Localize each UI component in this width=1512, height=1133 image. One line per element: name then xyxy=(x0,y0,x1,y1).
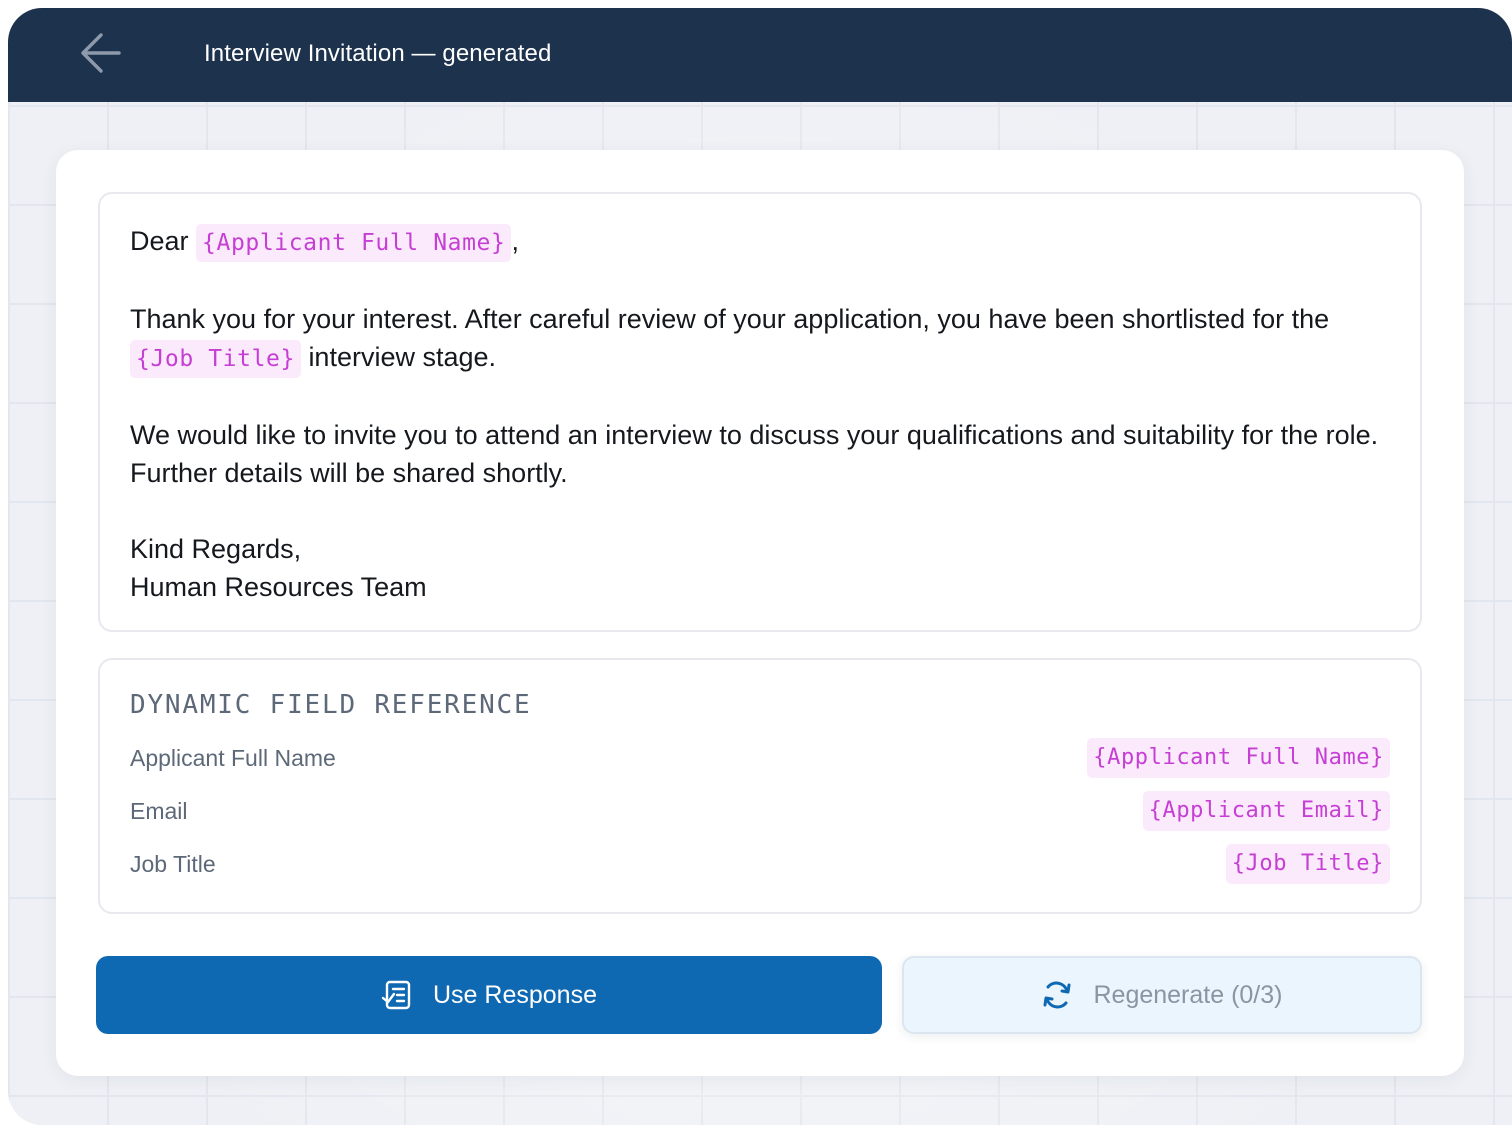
field-label: Applicant Full Name xyxy=(130,744,336,771)
closing-text: Kind Regards, xyxy=(130,534,302,564)
page-title: Interview Invitation — generated xyxy=(204,40,552,67)
field-token[interactable]: {Applicant Email} xyxy=(1142,791,1390,831)
letter-paragraph: Thank you for your interest. After caref… xyxy=(130,300,1390,378)
top-bar: Interview Invitation — generated xyxy=(8,8,1512,102)
field-label: Job Title xyxy=(130,850,216,877)
field-token: {Job Title} xyxy=(130,340,301,378)
use-response-button[interactable]: Use Response xyxy=(96,956,882,1034)
field-token[interactable]: {Job Title} xyxy=(1225,844,1390,884)
field-token: {Applicant Full Name} xyxy=(196,224,512,262)
section-heading: DYNAMIC FIELD REFERENCE xyxy=(130,690,532,720)
paragraph-text: Thank you for your interest. After caref… xyxy=(130,304,1330,334)
app-frame: Interview Invitation — generated Dear {A… xyxy=(8,8,1512,1125)
field-reference-row: Job Title {Job Title} xyxy=(130,844,1390,884)
field-token[interactable]: {Applicant Full Name} xyxy=(1087,738,1390,778)
dynamic-field-reference: DYNAMIC FIELD REFERENCE Applicant Full N… xyxy=(98,658,1422,914)
document-list-icon xyxy=(381,979,413,1011)
use-response-label: Use Response xyxy=(433,980,597,1009)
greeting-text: Dear xyxy=(130,226,189,256)
regenerate-label: Regenerate (0/3) xyxy=(1093,980,1283,1009)
regenerate-button[interactable]: Regenerate (0/3) xyxy=(902,956,1422,1034)
field-reference-row: Email {Applicant Email} xyxy=(130,791,1390,831)
refresh-icon xyxy=(1041,978,1073,1012)
field-label: Email xyxy=(130,797,188,824)
letter-paragraph: We would like to invite you to attend an… xyxy=(130,420,1379,488)
signature-text: Human Resources Team xyxy=(130,572,427,602)
paragraph-text: interview stage. xyxy=(308,342,497,372)
greeting-punct: , xyxy=(511,226,519,256)
field-reference-row: Applicant Full Name {Applicant Full Name… xyxy=(130,738,1390,778)
greeting-line: Dear {Applicant Full Name}, xyxy=(130,222,1390,262)
back-button[interactable] xyxy=(76,31,124,79)
arrow-left-icon xyxy=(77,30,123,81)
generated-letter: Dear {Applicant Full Name}, Thank you fo… xyxy=(98,192,1422,632)
response-card: Dear {Applicant Full Name}, Thank you fo… xyxy=(56,150,1464,1076)
